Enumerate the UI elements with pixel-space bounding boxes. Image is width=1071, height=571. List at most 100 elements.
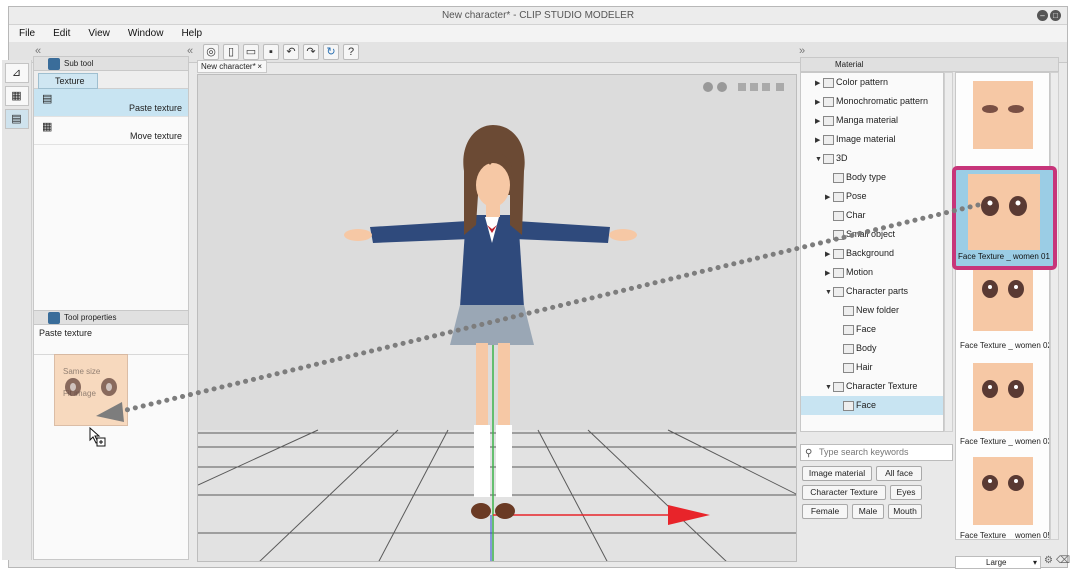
folder-icon (843, 400, 854, 411)
face-thumbnail (973, 81, 1033, 149)
3d-viewport[interactable] (197, 74, 797, 562)
folder-icon (843, 305, 854, 316)
folder-icon (833, 381, 844, 392)
tab-close-icon[interactable]: × (257, 61, 262, 72)
subtool-group-label: Texture (55, 76, 85, 86)
menu-help[interactable]: Help (181, 28, 202, 39)
help-icon[interactable]: ? (343, 44, 359, 60)
object-tool-icon[interactable]: ▦ (4, 86, 29, 106)
thumbnail-size-select[interactable]: Large ▾ (955, 556, 1041, 569)
redo-icon[interactable]: ↷ (303, 44, 319, 60)
material-tree: ▶ Color pattern ▶ Monochromatic pattern ▶ Man… (800, 72, 944, 432)
tree-item[interactable]: ▶ Pose (801, 187, 943, 206)
thumbnail-caption: Face Texture _ women 01 (958, 252, 1050, 261)
tree-item[interactable]: Small object (801, 225, 943, 244)
tag-all-face[interactable]: All face (876, 466, 922, 481)
tag-male[interactable]: Male (852, 504, 884, 519)
tree-item[interactable]: ▶ Color pattern (801, 73, 943, 92)
tree-item-label: Image material (836, 134, 896, 144)
thumbnail-scrollbar[interactable] (1050, 72, 1059, 540)
tree-item[interactable]: Face (801, 396, 943, 415)
menu-window[interactable]: Window (128, 28, 164, 39)
tree-item-label: Face (856, 324, 877, 334)
chevron-right-icon[interactable]: ▶ (825, 188, 833, 207)
tree-item-label: Face (856, 400, 877, 410)
tree-item[interactable]: ▼ Character Texture (801, 377, 943, 396)
camera-tool-icon[interactable]: ⊿ (4, 63, 29, 83)
chevron-right-icon[interactable]: ▶ (815, 112, 823, 131)
settings-icon[interactable]: ⚙ (1044, 555, 1053, 566)
tree-item-label: Pose (846, 191, 867, 201)
folder-icon (833, 210, 844, 221)
save-icon[interactable]: ▪ (263, 44, 279, 60)
tree-item[interactable]: Char (801, 206, 943, 225)
open-icon[interactable]: ▭ (243, 44, 259, 60)
tag-eyes[interactable]: Eyes (890, 485, 922, 500)
title-bar: New character* - CLIP STUDIO MODELER – □ (9, 7, 1067, 25)
chevron-right-icon[interactable]: ▶ (815, 131, 823, 150)
trash-icon[interactable]: ⌫ (1056, 555, 1070, 566)
subtool-item-move-texture[interactable]: ▦ Move texture (34, 117, 188, 145)
subtool-group-texture[interactable]: Texture (38, 73, 98, 89)
menu-edit[interactable]: Edit (53, 28, 70, 39)
material-search-input[interactable]: ⚲ Type search keywords (800, 444, 953, 461)
subtool-panel: Sub tool Texture ▤ Paste texture ▦ Move … (33, 56, 189, 311)
ghost-face-eyes (65, 378, 117, 396)
document-tab[interactable]: New character* × (197, 60, 267, 73)
chevron-right-icon[interactable]: ▶ (825, 245, 833, 264)
tree-item[interactable]: ▶ Motion (801, 263, 943, 282)
menu-file[interactable]: File (19, 28, 35, 39)
menu-view[interactable]: View (88, 28, 110, 39)
folder-icon (823, 115, 834, 126)
tree-item[interactable]: Body type (801, 168, 943, 187)
folder-icon (833, 248, 844, 259)
drag-preview: Same size Fit image (54, 354, 128, 426)
tree-item[interactable]: Hair (801, 358, 943, 377)
search-icon: ⚲ (805, 448, 813, 459)
collapse-right-icon[interactable]: » (799, 45, 805, 57)
tree-item-label: Body (856, 343, 877, 353)
tag-female[interactable]: Female (802, 504, 848, 519)
tag-mouth[interactable]: Mouth (888, 504, 922, 519)
chevron-down-icon[interactable]: ▼ (825, 378, 833, 397)
selected-thumbnail[interactable]: Face Texture _ women 01 (952, 166, 1057, 270)
viewport-controls[interactable] (703, 82, 784, 92)
folder-icon (833, 286, 844, 297)
tree-item[interactable]: Body (801, 339, 943, 358)
maximize-icon[interactable]: □ (1050, 10, 1061, 21)
new-file-icon[interactable]: ▯ (223, 44, 239, 60)
minimize-icon[interactable]: – (1037, 10, 1048, 21)
tree-item[interactable]: ▶ Background (801, 244, 943, 263)
texture-tool-icon[interactable]: ▤ (4, 109, 29, 129)
tree-item[interactable]: ▶ Monochromatic pattern (801, 92, 943, 111)
subtool-item-label: Paste texture (128, 103, 182, 113)
material-panel-header: Material (800, 57, 1059, 72)
tree-item[interactable]: ▶ Image material (801, 130, 943, 149)
tree-item-label: Manga material (836, 115, 899, 125)
chevron-down-icon[interactable]: ▼ (815, 150, 823, 169)
chevron-right-icon[interactable]: ▶ (815, 93, 823, 112)
folder-icon (823, 77, 834, 88)
refresh-icon[interactable]: ↻ (323, 44, 339, 60)
face-thumbnail (968, 174, 1040, 250)
tag-image-material[interactable]: Image material (802, 466, 872, 481)
face-thumbnail (973, 363, 1033, 431)
folder-icon (833, 172, 844, 183)
chevron-right-icon[interactable]: ▶ (825, 264, 833, 283)
tree-item-label: Char (846, 210, 866, 220)
subtool-item-paste-texture[interactable]: ▤ Paste texture (34, 89, 188, 117)
tree-item[interactable]: ▶ Manga material (801, 111, 943, 130)
gear-icon[interactable]: ◎ (203, 44, 219, 60)
tree-item[interactable]: New folder (801, 301, 943, 320)
tree-item[interactable]: ▼ 3D (801, 149, 943, 168)
viewport-scene (198, 82, 796, 561)
tag-character-texture[interactable]: Character Texture (802, 485, 886, 500)
material-thumbnails: Face Texture _ women 02 Face Texture _ w… (955, 72, 1050, 540)
tree-item[interactable]: ▼ Character parts (801, 282, 943, 301)
chevron-down-icon[interactable]: ▼ (825, 283, 833, 302)
tree-item[interactable]: Face (801, 320, 943, 339)
chevron-right-icon[interactable]: ▶ (815, 74, 823, 93)
tree-item-label: Small object (846, 229, 896, 239)
undo-icon[interactable]: ↶ (283, 44, 299, 60)
thumbnail-caption: Face Texture _ women 03 (960, 437, 1050, 446)
